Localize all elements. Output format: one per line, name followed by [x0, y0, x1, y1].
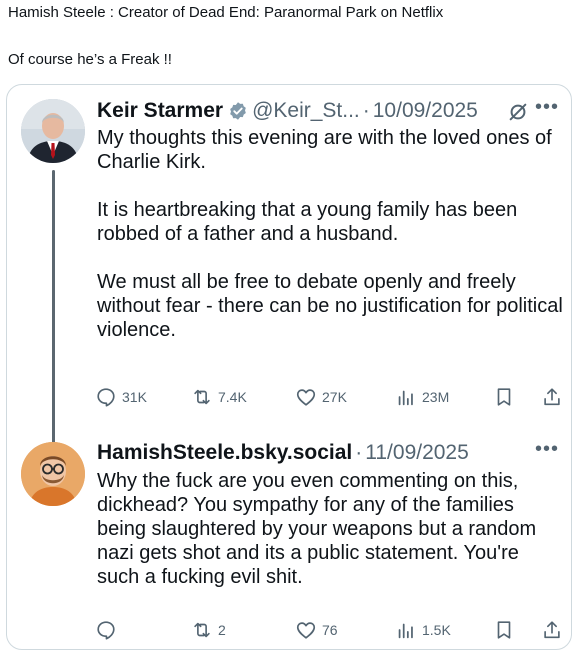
like-button[interactable]: 76: [295, 618, 338, 642]
views-count: 1.5K: [422, 622, 451, 638]
reply-icon: [97, 388, 115, 407]
quoted-thread-card[interactable]: Keir Starmer @Keir_St... · 10/09/2025 ••…: [6, 84, 572, 650]
tweet-header: HamishSteele.bsky.social · 11/09/2025: [97, 440, 469, 466]
repost-count: 2: [218, 622, 226, 638]
bookmark-button[interactable]: [493, 618, 515, 642]
author-name[interactable]: HamishSteele.bsky.social: [97, 440, 352, 466]
tweet-text: Why the fuck are you even commenting on …: [97, 469, 565, 589]
like-count: 76: [322, 622, 338, 638]
like-count: 27K: [322, 389, 347, 405]
repost-count: 7.4K: [218, 389, 247, 405]
tweet-actions: 31K 7.4K 27K 23M: [95, 385, 561, 409]
share-button[interactable]: [541, 385, 563, 409]
heart-icon: [296, 389, 316, 406]
author-handle[interactable]: @Keir_St...: [252, 98, 360, 124]
reply-count: 31K: [122, 389, 147, 405]
post-author-line: Hamish Steele : Creator of Dead End: Par…: [8, 4, 444, 21]
repost-button[interactable]: 7.4K: [191, 385, 247, 409]
bookmark-icon: [497, 388, 511, 406]
separator-dot: ·: [362, 99, 370, 122]
post-comment-text: Of course he’s a Freak !!: [8, 51, 172, 68]
more-horizontal-icon[interactable]: •••: [535, 439, 559, 459]
share-button[interactable]: [541, 618, 563, 642]
separator-dot: ·: [355, 441, 363, 464]
share-icon: [544, 388, 560, 406]
repost-icon: [194, 389, 210, 405]
tweet-paragraph: We must all be free to debate openly and…: [97, 271, 563, 341]
views-button[interactable]: 23M: [395, 385, 449, 409]
bookmark-icon: [497, 621, 511, 639]
tweet-paragraph: It is heartbreaking that a young family …: [97, 199, 518, 245]
bookmark-button[interactable]: [493, 385, 515, 409]
reply-button[interactable]: [95, 618, 122, 642]
tweet-date[interactable]: 10/09/2025: [373, 98, 478, 124]
author-name[interactable]: Keir Starmer: [97, 98, 223, 124]
more-horizontal-icon[interactable]: •••: [535, 97, 559, 117]
views-chart-icon: [398, 623, 413, 639]
views-count: 23M: [422, 389, 450, 405]
reply-icon: [97, 621, 115, 640]
views-button[interactable]: 1.5K: [395, 618, 451, 642]
repost-button[interactable]: 2: [191, 618, 226, 642]
tweet-actions: 2 76 1.5K: [95, 618, 561, 642]
avatar-keir-starmer[interactable]: [21, 99, 85, 163]
tweet-text: My thoughts this evening are with the lo…: [97, 126, 565, 342]
views-chart-icon: [398, 390, 413, 406]
share-icon: [544, 621, 560, 639]
heart-icon: [296, 622, 316, 639]
grok-icon[interactable]: [507, 101, 529, 123]
tweet-date[interactable]: 11/09/2025: [365, 440, 469, 466]
tweet-paragraph: My thoughts this evening are with the lo…: [97, 127, 552, 173]
repost-icon: [194, 622, 210, 638]
like-button[interactable]: 27K: [295, 385, 347, 409]
reply-button[interactable]: 31K: [95, 385, 147, 409]
verified-badge-icon: [230, 102, 246, 120]
avatar-hamish-steele[interactable]: [21, 442, 85, 506]
tweet-header: Keir Starmer @Keir_St... · 10/09/2025: [97, 98, 478, 124]
tweet-paragraph: Why the fuck are you even commenting on …: [97, 470, 537, 588]
